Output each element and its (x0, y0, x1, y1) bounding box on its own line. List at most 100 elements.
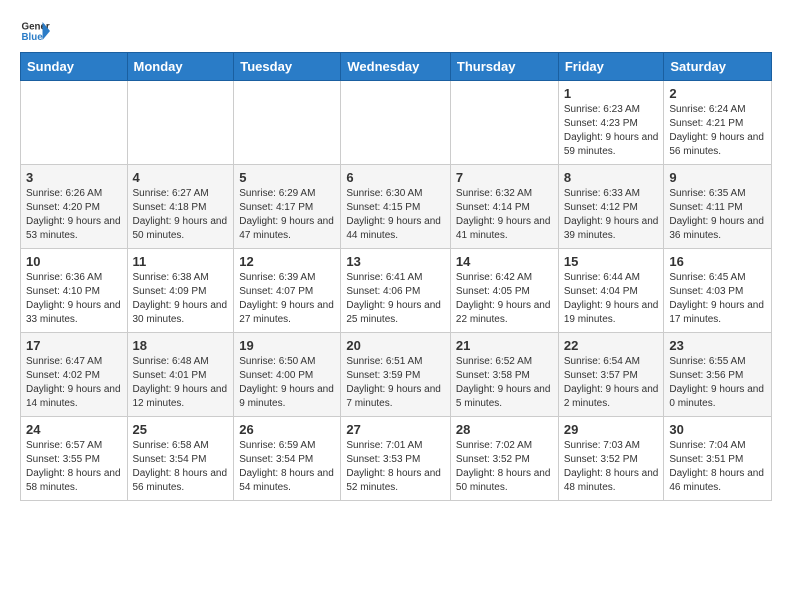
day-detail: Sunrise: 6:35 AM Sunset: 4:11 PM Dayligh… (669, 187, 766, 243)
day-number: 28 (456, 422, 553, 437)
calendar-cell: 16 Sunrise: 6:45 AM Sunset: 4:03 PM Dayli… (664, 249, 772, 333)
day-detail: Sunrise: 6:29 AM Sunset: 4:17 PM Dayligh… (239, 187, 335, 243)
day-number: 18 (133, 338, 229, 353)
weekday-header-tuesday: Tuesday (234, 53, 341, 81)
day-number: 12 (239, 254, 335, 269)
day-number: 27 (346, 422, 445, 437)
calendar-cell: 2 Sunrise: 6:24 AM Sunset: 4:21 PM Daylig… (664, 81, 772, 165)
day-detail: Sunrise: 6:55 AM Sunset: 3:56 PM Dayligh… (669, 355, 766, 411)
day-detail: Sunrise: 6:38 AM Sunset: 4:09 PM Dayligh… (133, 271, 229, 327)
day-detail: Sunrise: 6:27 AM Sunset: 4:18 PM Dayligh… (133, 187, 229, 243)
day-detail: Sunrise: 6:59 AM Sunset: 3:54 PM Dayligh… (239, 439, 335, 495)
day-number: 10 (26, 254, 122, 269)
calendar-cell (234, 81, 341, 165)
svg-text:Blue: Blue (22, 32, 44, 43)
day-detail: Sunrise: 6:58 AM Sunset: 3:54 PM Dayligh… (133, 439, 229, 495)
calendar-cell: 20Sunrise: 6:51 AM Sunset: 3:59 PM Dayli… (341, 333, 451, 417)
day-number: 26 (239, 422, 335, 437)
day-number: 17 (26, 338, 122, 353)
day-detail: Sunrise: 6:54 AM Sunset: 3:57 PM Dayligh… (564, 355, 659, 411)
calendar-cell: 22 Sunrise: 6:54 AM Sunset: 3:57 PM Dayli… (558, 333, 664, 417)
calendar-cell: 6 Sunrise: 6:30 AM Sunset: 4:15 PM Daylig… (341, 165, 451, 249)
calendar-cell (127, 81, 234, 165)
day-detail: Sunrise: 6:57 AM Sunset: 3:55 PM Dayligh… (26, 439, 122, 495)
day-detail: Sunrise: 7:01 AM Sunset: 3:53 PM Dayligh… (346, 439, 445, 495)
calendar-cell: 9 Sunrise: 6:35 AM Sunset: 4:11 PM Daylig… (664, 165, 772, 249)
day-number: 3 (26, 170, 122, 185)
calendar-cell (341, 81, 451, 165)
day-detail: Sunrise: 6:42 AM Sunset: 4:05 PM Dayligh… (456, 271, 553, 327)
calendar-cell: 28Sunrise: 7:02 AM Sunset: 3:52 PM Dayli… (450, 417, 558, 501)
day-number: 1 (564, 86, 659, 101)
day-number: 5 (239, 170, 335, 185)
day-detail: Sunrise: 6:52 AM Sunset: 3:58 PM Dayligh… (456, 355, 553, 411)
day-number: 19 (239, 338, 335, 353)
calendar-cell: 10 Sunrise: 6:36 AM Sunset: 4:10 PM Dayli… (21, 249, 128, 333)
weekday-header-thursday: Thursday (450, 53, 558, 81)
day-detail: Sunrise: 7:03 AM Sunset: 3:52 PM Dayligh… (564, 439, 659, 495)
calendar-cell: 30 Sunrise: 7:04 AM Sunset: 3:51 PM Dayli… (664, 417, 772, 501)
calendar-cell: 29 Sunrise: 7:03 AM Sunset: 3:52 PM Dayli… (558, 417, 664, 501)
day-detail: Sunrise: 6:39 AM Sunset: 4:07 PM Dayligh… (239, 271, 335, 327)
day-detail: Sunrise: 6:30 AM Sunset: 4:15 PM Dayligh… (346, 187, 445, 243)
weekday-header-sunday: Sunday (21, 53, 128, 81)
day-detail: Sunrise: 7:04 AM Sunset: 3:51 PM Dayligh… (669, 439, 766, 495)
day-number: 4 (133, 170, 229, 185)
day-number: 29 (564, 422, 659, 437)
calendar-cell (450, 81, 558, 165)
calendar-cell: 5 Sunrise: 6:29 AM Sunset: 4:17 PM Daylig… (234, 165, 341, 249)
weekday-header-saturday: Saturday (664, 53, 772, 81)
day-detail: Sunrise: 6:44 AM Sunset: 4:04 PM Dayligh… (564, 271, 659, 327)
day-number: 8 (564, 170, 659, 185)
calendar-cell: 14 Sunrise: 6:42 AM Sunset: 4:05 PM Dayli… (450, 249, 558, 333)
day-number: 30 (669, 422, 766, 437)
calendar-cell: 3 Sunrise: 6:26 AM Sunset: 4:20 PM Daylig… (21, 165, 128, 249)
day-detail: Sunrise: 6:48 AM Sunset: 4:01 PM Dayligh… (133, 355, 229, 411)
calendar-cell: 26 Sunrise: 6:59 AM Sunset: 3:54 PM Dayli… (234, 417, 341, 501)
calendar-cell: 1 Sunrise: 6:23 AM Sunset: 4:23 PM Daylig… (558, 81, 664, 165)
day-number: 15 (564, 254, 659, 269)
day-number: 16 (669, 254, 766, 269)
day-detail: Sunrise: 6:45 AM Sunset: 4:03 PM Dayligh… (669, 271, 766, 327)
weekday-header-wednesday: Wednesday (341, 53, 451, 81)
day-detail: Sunrise: 6:26 AM Sunset: 4:20 PM Dayligh… (26, 187, 122, 243)
day-number: 14 (456, 254, 553, 269)
calendar-cell: 23 Sunrise: 6:55 AM Sunset: 3:56 PM Dayli… (664, 333, 772, 417)
calendar-cell: 8 Sunrise: 6:33 AM Sunset: 4:12 PM Daylig… (558, 165, 664, 249)
calendar-cell: 15 Sunrise: 6:44 AM Sunset: 4:04 PM Dayli… (558, 249, 664, 333)
calendar-cell: 19 Sunrise: 6:50 AM Sunset: 4:00 PM Dayli… (234, 333, 341, 417)
day-detail: Sunrise: 6:32 AM Sunset: 4:14 PM Dayligh… (456, 187, 553, 243)
day-detail: Sunrise: 6:33 AM Sunset: 4:12 PM Dayligh… (564, 187, 659, 243)
day-detail: Sunrise: 6:50 AM Sunset: 4:00 PM Dayligh… (239, 355, 335, 411)
calendar-cell (21, 81, 128, 165)
weekday-header-friday: Friday (558, 53, 664, 81)
calendar-cell: 7 Sunrise: 6:32 AM Sunset: 4:14 PM Daylig… (450, 165, 558, 249)
day-number: 22 (564, 338, 659, 353)
calendar-cell: 11 Sunrise: 6:38 AM Sunset: 4:09 PM Dayli… (127, 249, 234, 333)
calendar-cell: 24 Sunrise: 6:57 AM Sunset: 3:55 PM Dayli… (21, 417, 128, 501)
calendar-cell: 12 Sunrise: 6:39 AM Sunset: 4:07 PM Dayli… (234, 249, 341, 333)
day-detail: Sunrise: 6:47 AM Sunset: 4:02 PM Dayligh… (26, 355, 122, 411)
logo: General Blue (20, 16, 50, 46)
day-number: 7 (456, 170, 553, 185)
day-detail: Sunrise: 6:23 AM Sunset: 4:23 PM Dayligh… (564, 103, 659, 159)
day-number: 21 (456, 338, 553, 353)
header: General Blue (20, 16, 772, 46)
day-detail: Sunrise: 6:24 AM Sunset: 4:21 PM Dayligh… (669, 103, 766, 159)
day-number: 6 (346, 170, 445, 185)
day-number: 11 (133, 254, 229, 269)
calendar-cell: 21 Sunrise: 6:52 AM Sunset: 3:58 PM Dayli… (450, 333, 558, 417)
weekday-header-monday: Monday (127, 53, 234, 81)
day-number: 20 (346, 338, 445, 353)
day-number: 9 (669, 170, 766, 185)
calendar-cell: 17 Sunrise: 6:47 AM Sunset: 4:02 PM Dayli… (21, 333, 128, 417)
calendar-cell: 25Sunrise: 6:58 AM Sunset: 3:54 PM Dayli… (127, 417, 234, 501)
day-detail: Sunrise: 6:36 AM Sunset: 4:10 PM Dayligh… (26, 271, 122, 327)
day-number: 24 (26, 422, 122, 437)
day-number: 2 (669, 86, 766, 101)
calendar-cell: 4 Sunrise: 6:27 AM Sunset: 4:18 PM Daylig… (127, 165, 234, 249)
calendar-table: SundayMondayTuesdayWednesdayThursdayFrid… (20, 52, 772, 501)
calendar-cell: 18 Sunrise: 6:48 AM Sunset: 4:01 PM Dayli… (127, 333, 234, 417)
day-number: 23 (669, 338, 766, 353)
calendar-cell: 27 Sunrise: 7:01 AM Sunset: 3:53 PM Dayli… (341, 417, 451, 501)
